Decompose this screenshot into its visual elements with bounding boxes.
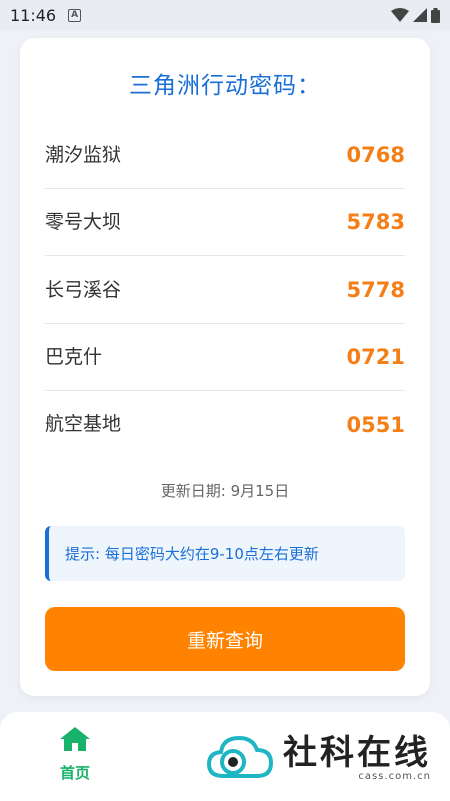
list-item: 巴克什 0721 — [45, 324, 405, 391]
status-indicators — [391, 7, 440, 23]
map-code: 0721 — [346, 345, 405, 369]
map-name: 潮汐监狱 — [45, 143, 122, 166]
status-bar: 11:46 A — [0, 0, 450, 30]
map-code: 0551 — [346, 412, 405, 437]
tip-box: 提示: 每日密码大约在9-10点左右更新 — [45, 526, 405, 581]
wifi-icon — [391, 8, 409, 22]
battery-icon — [431, 7, 440, 23]
watermark: 社科在线 cass.com.cn — [205, 720, 440, 795]
list-item: 零号大坝 5783 — [45, 189, 405, 256]
map-name: 航空基地 — [45, 413, 122, 435]
map-name: 巴克什 — [45, 345, 103, 368]
map-code: 5783 — [346, 210, 405, 234]
refresh-button[interactable]: 重新查询 — [45, 607, 405, 671]
map-code: 5778 — [346, 278, 405, 302]
signal-icon — [413, 8, 427, 22]
page-title: 三角洲行动密码： — [129, 73, 321, 99]
map-name: 长弓溪谷 — [45, 278, 122, 301]
status-time: 11:46 — [10, 5, 57, 25]
list-item: 长弓溪谷 5778 — [45, 257, 405, 324]
watermark-text: 社科在线 — [283, 733, 431, 773]
list-item: 航空基地 0551 — [45, 391, 405, 458]
update-date: 更新日期: 9月15日 — [160, 482, 290, 500]
home-icon — [60, 727, 90, 751]
cloud-eye-logo-icon — [206, 735, 274, 778]
map-code: 0768 — [346, 143, 405, 167]
map-name: 零号大坝 — [45, 210, 122, 233]
tip-text: 提示: 每日密码大约在9-10点左右更新 — [65, 545, 319, 563]
tab-home[interactable]: 首页 — [40, 726, 110, 792]
list-item: 潮汐监狱 0768 — [45, 122, 405, 189]
notification-icon: A — [68, 8, 82, 22]
tab-home-label: 首页 — [59, 764, 90, 782]
watermark-domain: cass.com.cn — [358, 771, 431, 782]
